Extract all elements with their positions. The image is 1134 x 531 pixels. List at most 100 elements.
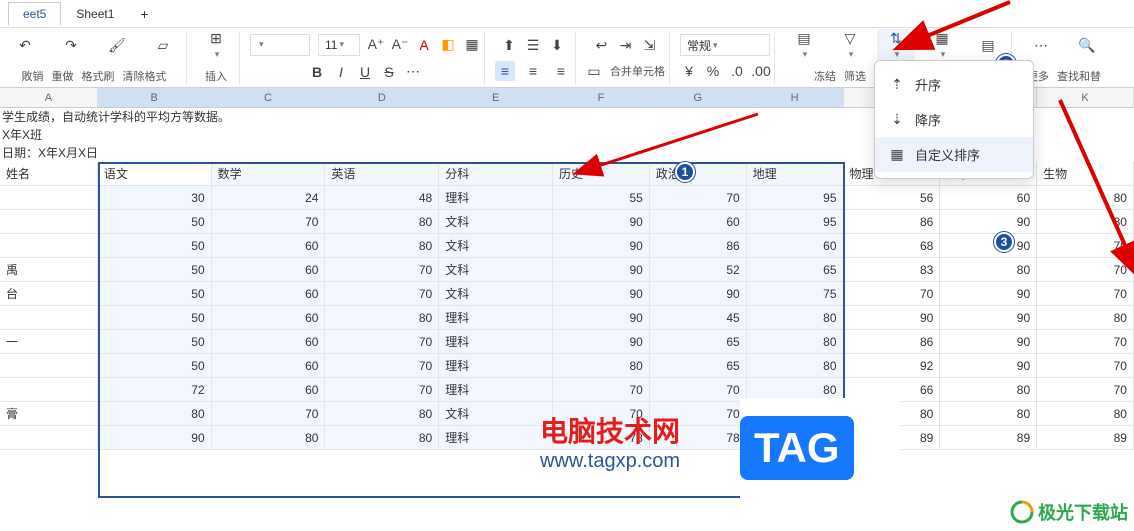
cell[interactable]: 90 [98,426,212,449]
col-header-政治[interactable]: 政治 [650,162,747,185]
col-header-数学[interactable]: 数学 [212,162,326,185]
cell[interactable]: 70 [1037,234,1134,257]
cell[interactable]: 89 [940,426,1037,449]
cell[interactable]: 80 [325,234,439,257]
find-button[interactable]: 🔍 [1068,37,1106,53]
row-label[interactable]: 禹 [0,258,98,281]
format-painter-button[interactable]: 🖌 [98,37,136,53]
cell[interactable]: 86 [650,234,747,257]
cell[interactable]: 30 [98,186,212,209]
strike-button[interactable]: S [381,64,397,80]
align-left-button[interactable]: ≡ [495,61,515,81]
cell[interactable]: 60 [212,306,326,329]
col-header-分科[interactable]: 分科 [439,162,553,185]
col-header-生物[interactable]: 生物 [1037,162,1134,185]
italic-button[interactable]: I [333,64,349,80]
number-format-select[interactable]: 常规▾ [680,34,770,56]
cell[interactable]: 50 [98,258,212,281]
cell[interactable]: 70 [325,258,439,281]
cell[interactable]: 80 [1037,402,1134,425]
cell[interactable]: 95 [747,210,844,233]
cell[interactable]: 60 [212,330,326,353]
valign-mid-button[interactable]: ☰ [525,37,541,53]
redo-button[interactable]: ↷ [52,37,90,53]
dec-dec-button[interactable]: .00 [753,63,769,79]
cell[interactable]: 68 [844,234,941,257]
wrap-button[interactable]: ↩ [594,37,610,53]
align-right-button[interactable]: ≡ [551,61,571,81]
row-label[interactable]: 台 [0,282,98,305]
cell[interactable]: 65 [650,354,747,377]
sort-asc-item[interactable]: ⇡升序 [875,67,1033,102]
cell[interactable]: 50 [98,354,212,377]
cell[interactable]: 80 [940,402,1037,425]
col-header-C[interactable]: C [212,88,326,107]
undo-button[interactable]: ↶ [6,37,44,53]
data-grid[interactable]: 姓名语文数学英语分科历史政治地理物理化学生物302448理科5570955660… [0,162,1134,450]
cell[interactable]: 60 [650,210,747,233]
fill-color-button[interactable]: ◧ [440,37,456,53]
cell[interactable]: 86 [844,330,941,353]
cell[interactable]: 60 [940,186,1037,209]
cell[interactable]: 60 [212,234,326,257]
row-label[interactable] [0,210,98,233]
cell[interactable]: 60 [212,282,326,305]
col-header-K[interactable]: K [1037,88,1134,107]
cell[interactable]: 90 [650,282,747,305]
cell[interactable]: 60 [747,234,844,257]
cell[interactable]: 75 [747,282,844,305]
cell[interactable]: 70 [212,402,326,425]
more-button[interactable]: ⋯ [1022,37,1060,53]
cell[interactable]: 70 [325,282,439,305]
row-label[interactable] [0,234,98,257]
merge-icon[interactable]: ▭ [586,63,602,79]
cond-format-button[interactable]: ▦▾ [923,31,961,60]
shrink-button[interactable]: ⇲ [642,37,658,53]
cell[interactable]: 70 [1037,330,1134,353]
cell[interactable]: 90 [553,234,650,257]
col-header-H[interactable]: H [747,88,844,107]
row-label[interactable] [0,306,98,329]
cell[interactable]: 70 [1037,258,1134,281]
cell[interactable]: 60 [212,258,326,281]
sort-custom-item[interactable]: ▦自定义排序 [875,137,1033,172]
cell[interactable]: 90 [844,306,941,329]
cell[interactable]: 文科 [439,258,553,281]
cell[interactable]: 90 [553,258,650,281]
col-header-E[interactable]: E [439,88,553,107]
col-header-B[interactable]: B [98,88,212,107]
cell[interactable]: 80 [1037,186,1134,209]
insert-button[interactable]: ⊞▾ [197,31,235,60]
cell[interactable]: 50 [98,282,212,305]
cell[interactable]: 65 [747,258,844,281]
col-header-G[interactable]: G [650,88,747,107]
cell[interactable]: 90 [553,330,650,353]
cell[interactable]: 80 [325,306,439,329]
cell[interactable]: 48 [325,186,439,209]
cell[interactable]: 60 [212,378,326,401]
currency-button[interactable]: ¥ [681,63,697,79]
tab-sheet1[interactable]: Sheet1 [61,2,129,26]
name-header[interactable]: 姓名 [0,162,98,185]
row-label[interactable]: 一 [0,330,98,353]
cell[interactable]: 70 [1037,378,1134,401]
cell[interactable]: 理科 [439,426,553,449]
cell[interactable]: 80 [212,426,326,449]
cell[interactable]: 90 [553,306,650,329]
cell[interactable]: 理科 [439,186,553,209]
cell[interactable]: 90 [940,354,1037,377]
cell[interactable]: 92 [844,354,941,377]
cell[interactable]: 80 [747,354,844,377]
cell[interactable]: 理科 [439,354,553,377]
font-size-dec-button[interactable]: A⁻ [392,37,408,53]
col-header-历史[interactable]: 历史 [553,162,650,185]
cell[interactable]: 70 [1037,354,1134,377]
col-header-F[interactable]: F [553,88,650,107]
cell[interactable]: 80 [1037,306,1134,329]
cell[interactable]: 80 [98,402,212,425]
freeze-button[interactable]: ▤▾ [785,31,823,60]
col-header-语文[interactable]: 语文 [98,162,212,185]
cell[interactable]: 文科 [439,402,553,425]
cell[interactable]: 70 [212,210,326,233]
font-name-select[interactable]: ▾ [250,34,310,56]
